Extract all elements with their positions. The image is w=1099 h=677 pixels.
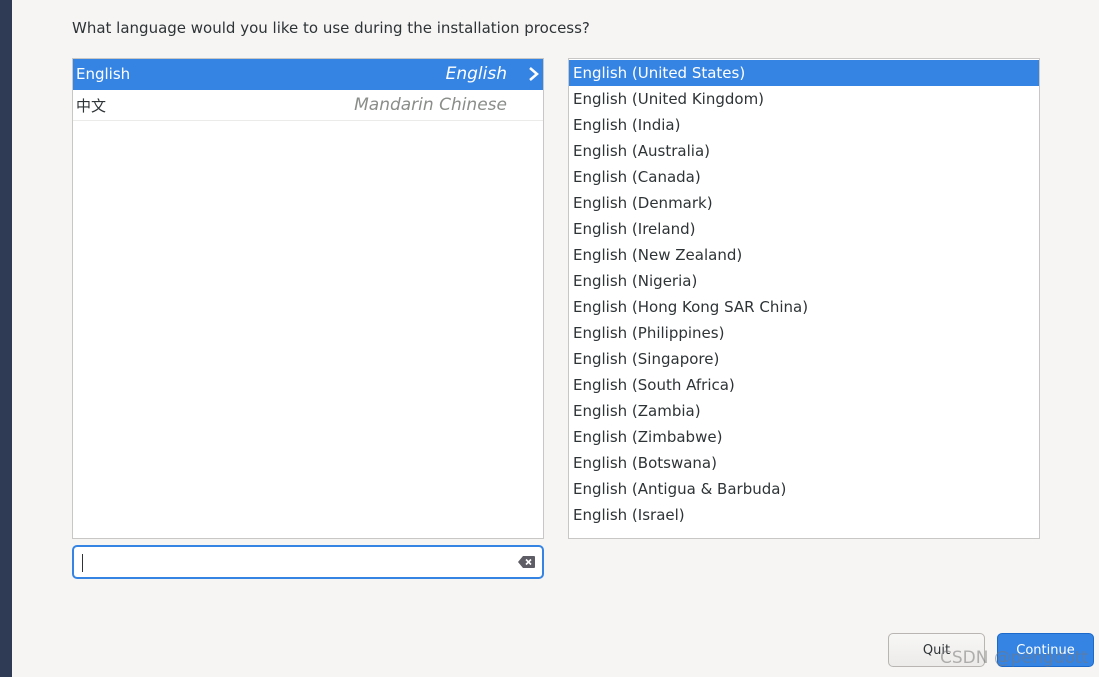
language-list[interactable]: English English 中文 Mandarin Chinese <box>72 58 544 539</box>
locale-row[interactable]: English (Israel) <box>569 502 1039 528</box>
locale-row[interactable]: English (Canada) <box>569 164 1039 190</box>
text-cursor <box>82 554 83 572</box>
language-english-name: Mandarin Chinese <box>354 95 507 115</box>
locale-row[interactable]: English (Hong Kong SAR China) <box>569 294 1039 320</box>
page-prompt: What language would you like to use duri… <box>72 19 590 37</box>
locale-row[interactable]: English (Zimbabwe) <box>569 424 1039 450</box>
left-sidebar-strip <box>0 0 12 677</box>
language-native-name: English <box>76 65 131 83</box>
locale-row[interactable]: English (New Zealand) <box>569 242 1039 268</box>
locale-row[interactable]: English (Nigeria) <box>569 268 1039 294</box>
locale-row[interactable]: English (Botswana) <box>569 450 1039 476</box>
locale-row[interactable]: English (Philippines) <box>569 320 1039 346</box>
locale-row[interactable]: English (United Kingdom) <box>569 86 1039 112</box>
locale-row[interactable]: English (Singapore) <box>569 346 1039 372</box>
locale-row[interactable]: English (United States) <box>569 60 1039 86</box>
language-native-name: 中文 <box>76 96 107 115</box>
watermark: CSDN @pengdott <box>940 648 1089 668</box>
locale-row[interactable]: English (Zambia) <box>569 398 1039 424</box>
clear-icon[interactable] <box>518 555 536 569</box>
language-search-box[interactable] <box>72 545 544 579</box>
language-search-input[interactable] <box>80 550 510 574</box>
locale-list[interactable]: English (United States) English (United … <box>568 58 1040 539</box>
language-row-english[interactable]: English English <box>73 59 543 90</box>
chevron-right-icon <box>529 67 539 81</box>
locale-row[interactable]: English (Australia) <box>569 138 1039 164</box>
locale-row[interactable]: English (India) <box>569 112 1039 138</box>
locale-row[interactable]: English (Denmark) <box>569 190 1039 216</box>
language-english-name: English <box>445 64 507 84</box>
locale-row[interactable]: English (South Africa) <box>569 372 1039 398</box>
locale-row[interactable]: English (Ireland) <box>569 216 1039 242</box>
locale-row[interactable]: English (Antigua & Barbuda) <box>569 476 1039 502</box>
language-row-chinese[interactable]: 中文 Mandarin Chinese <box>73 90 543 121</box>
